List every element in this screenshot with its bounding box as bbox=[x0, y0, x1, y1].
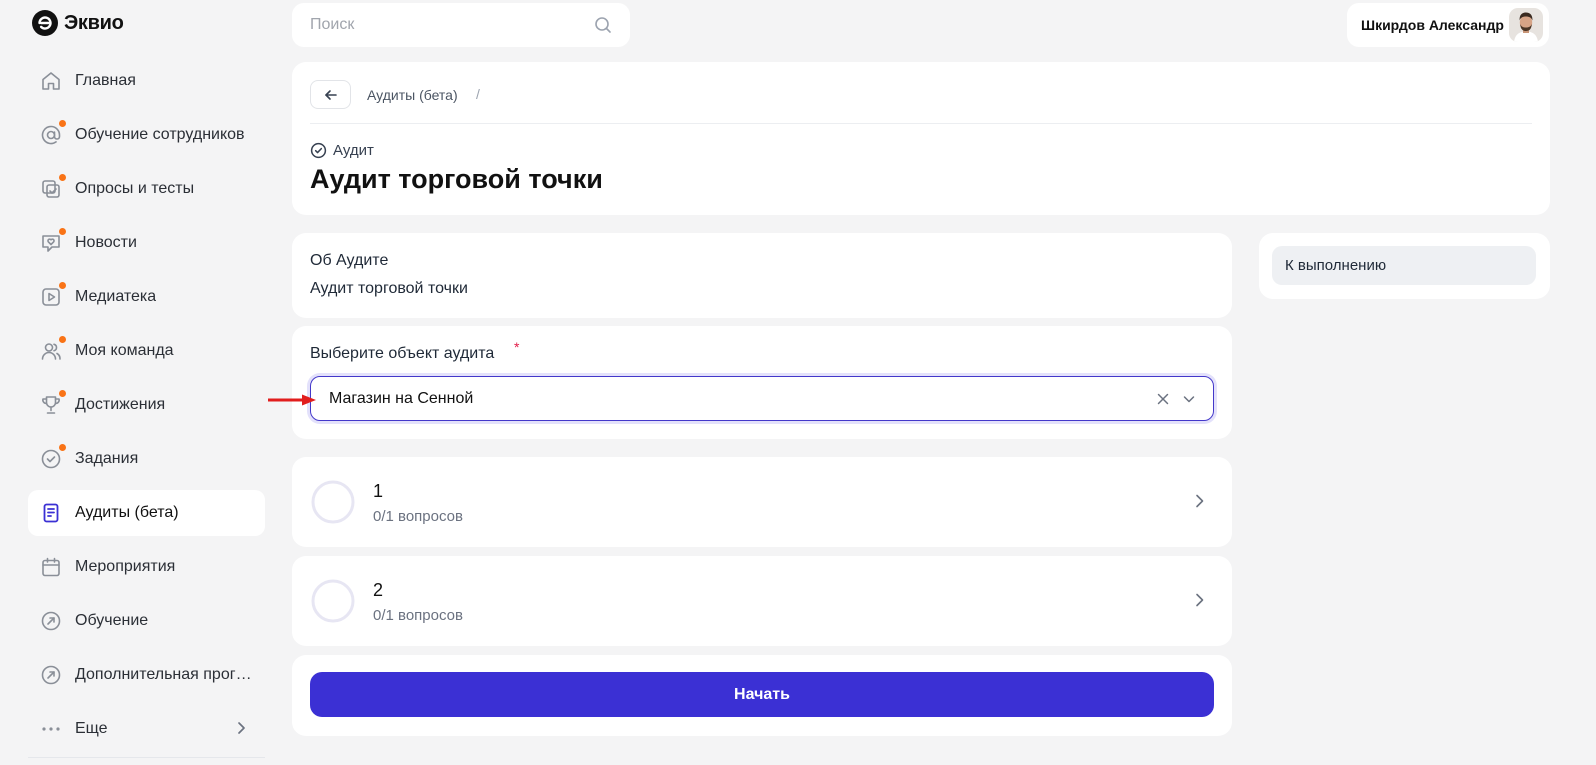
about-audit-card: Об Аудите Аудит торговой точки bbox=[292, 233, 1232, 318]
audit-object-value: Магазин на Сенной bbox=[329, 389, 474, 407]
search-icon[interactable] bbox=[594, 16, 612, 34]
search-input[interactable] bbox=[310, 16, 594, 34]
audit-object-label: Выберите объект аудита bbox=[310, 345, 495, 362]
back-button[interactable] bbox=[310, 80, 351, 109]
sidebar-item-label: Мероприятия bbox=[75, 558, 176, 575]
document-icon bbox=[40, 502, 62, 524]
calendar-icon bbox=[40, 556, 62, 578]
start-button[interactable]: Начать bbox=[310, 672, 1214, 717]
sidebar: Главная Обучение сотрудников Опросы и те… bbox=[28, 58, 265, 760]
notification-dot bbox=[59, 174, 66, 181]
trophy-icon bbox=[40, 390, 66, 416]
sidebar-item-audits[interactable]: Аудиты (бета) bbox=[28, 490, 265, 536]
sidebar-item-achievements[interactable]: Достижения bbox=[28, 382, 265, 428]
sidebar-item-label: Обучение сотрудников bbox=[75, 126, 245, 143]
compass-icon bbox=[40, 664, 62, 686]
sidebar-item-additional-program[interactable]: Дополнительная программа bbox=[28, 652, 265, 698]
section-progress: 0/1 вопросов bbox=[373, 508, 463, 525]
sidebar-item-more[interactable]: Еще bbox=[28, 706, 265, 752]
audit-section-item[interactable]: 2 0/1 вопросов bbox=[292, 556, 1232, 646]
page-title: Аудит торговой точки bbox=[310, 164, 603, 194]
team-icon bbox=[40, 336, 66, 362]
sidebar-item-my-team[interactable]: Моя команда bbox=[28, 328, 265, 374]
sidebar-item-media[interactable]: Медиатека bbox=[28, 274, 265, 320]
section-progress: 0/1 вопросов bbox=[373, 607, 463, 624]
audit-object-card: Выберите объект аудита * Магазин на Сенн… bbox=[292, 326, 1232, 439]
sidebar-item-label: Обучение bbox=[75, 612, 149, 629]
sidebar-item-employee-training[interactable]: Обучение сотрудников bbox=[28, 112, 265, 158]
sidebar-item-label: Аудиты (бета) bbox=[75, 504, 179, 521]
status-card: К выполнению bbox=[1259, 233, 1550, 299]
progress-ring bbox=[311, 480, 355, 524]
more-icon bbox=[40, 718, 62, 740]
notification-dot bbox=[59, 282, 66, 289]
compass-icon bbox=[40, 610, 62, 632]
about-audit-title: Об Аудите bbox=[310, 252, 389, 269]
sidebar-item-label: Опросы и тесты bbox=[75, 180, 195, 197]
sidebar-item-tasks[interactable]: Задания bbox=[28, 436, 265, 482]
audit-section-item[interactable]: 1 0/1 вопросов bbox=[292, 457, 1232, 547]
start-card: Начать bbox=[292, 655, 1232, 736]
heart-chat-icon bbox=[40, 228, 66, 254]
required-mark: * bbox=[514, 339, 520, 355]
check-circle-icon bbox=[40, 444, 66, 470]
avatar[interactable] bbox=[1509, 8, 1543, 42]
sidebar-item-label: Медиатека bbox=[75, 288, 157, 305]
sidebar-item-label: Задания bbox=[75, 450, 139, 467]
sidebar-divider bbox=[28, 757, 265, 758]
check-circle-icon bbox=[310, 142, 327, 159]
sidebar-item-learning[interactable]: Обучение bbox=[28, 598, 265, 644]
notification-dot bbox=[59, 444, 66, 451]
sidebar-item-label: Дополнительная программа bbox=[75, 666, 253, 683]
sidebar-item-label: Новости bbox=[75, 234, 137, 251]
section-name: 1 bbox=[373, 481, 384, 501]
sidebar-item-events[interactable]: Мероприятия bbox=[28, 544, 265, 590]
user-menu[interactable]: Шкирдов Александр bbox=[1347, 3, 1549, 47]
breadcrumb-audits[interactable]: Аудиты (бета) bbox=[367, 87, 458, 103]
audit-type-label: Аудит bbox=[333, 142, 374, 159]
app-logo[interactable]: Эквио bbox=[32, 10, 124, 36]
chevron-down-icon[interactable] bbox=[1181, 391, 1197, 407]
chevron-right-icon bbox=[1196, 494, 1204, 508]
sidebar-item-label: Главная bbox=[75, 72, 136, 89]
notification-dot bbox=[59, 390, 66, 397]
audit-object-select[interactable]: Магазин на Сенной bbox=[310, 376, 1214, 421]
section-name: 2 bbox=[373, 580, 384, 600]
annotation-arrow-icon bbox=[268, 394, 316, 406]
user-name: Шкирдов Александр bbox=[1361, 17, 1504, 33]
sidebar-item-label: Достижения bbox=[75, 396, 166, 413]
checklist-icon bbox=[40, 174, 66, 200]
progress-ring bbox=[311, 579, 355, 623]
arrow-left-icon bbox=[324, 89, 337, 100]
at-icon bbox=[40, 120, 66, 146]
sidebar-item-label: Еще bbox=[75, 720, 108, 737]
sidebar-item-label: Моя команда bbox=[75, 342, 174, 359]
notification-dot bbox=[59, 120, 66, 127]
search-bar[interactable] bbox=[292, 3, 630, 47]
notification-dot bbox=[59, 336, 66, 343]
status-badge: К выполнению bbox=[1272, 246, 1536, 285]
play-icon bbox=[40, 282, 66, 308]
sidebar-item-surveys[interactable]: Опросы и тесты bbox=[28, 166, 265, 212]
home-icon bbox=[40, 70, 62, 92]
audit-type: Аудит bbox=[310, 142, 374, 159]
breadcrumb-separator: / bbox=[476, 86, 480, 102]
close-icon[interactable] bbox=[1155, 391, 1171, 407]
audit-header: Аудиты (бета) / Аудит Аудит торговой точ… bbox=[292, 62, 1550, 215]
about-audit-description: Аудит торговой точки bbox=[310, 280, 468, 297]
chevron-right-icon bbox=[1196, 593, 1204, 607]
sidebar-item-news[interactable]: Новости bbox=[28, 220, 265, 266]
header-divider bbox=[310, 123, 1532, 124]
chevron-right-icon bbox=[238, 722, 245, 734]
notification-dot bbox=[59, 228, 66, 235]
logo-icon bbox=[32, 10, 58, 36]
app-name: Эквио bbox=[64, 11, 124, 34]
sidebar-item-home[interactable]: Главная bbox=[28, 58, 265, 104]
